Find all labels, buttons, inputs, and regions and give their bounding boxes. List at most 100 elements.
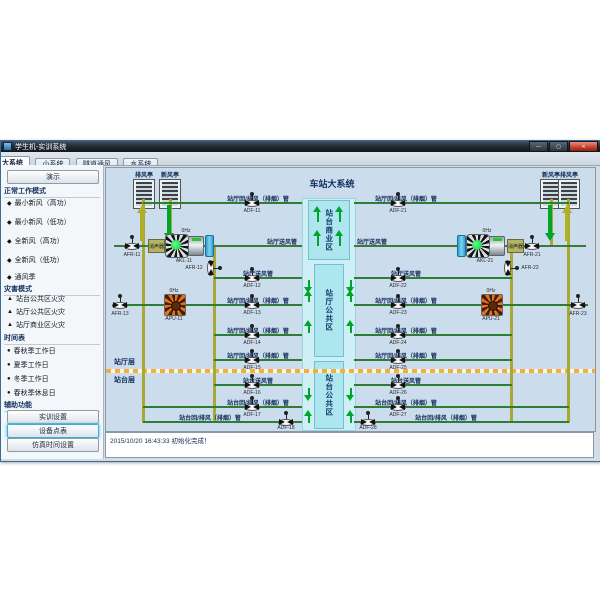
floor-label-hall: 站厅层 (114, 357, 135, 367)
fan-label: AKL-11 (176, 258, 192, 264)
damper-icon[interactable] (244, 374, 260, 390)
damper-label: ADF-27 (389, 412, 406, 418)
supply-fan-icon[interactable] (466, 234, 504, 256)
floor-label-platform: 站台层 (114, 375, 135, 385)
damper-icon[interactable] (206, 260, 222, 276)
tab-bar: 大系统 小系统 隧道通风 水系统 (1, 152, 600, 166)
damper-icon[interactable] (244, 267, 260, 283)
fan-mode-icon: ◆ (7, 200, 12, 207)
damper-icon[interactable] (570, 294, 586, 310)
damper-icon[interactable] (390, 192, 406, 208)
zone-up-arrow (304, 410, 313, 423)
window-title: 学生机-实训系统 (15, 142, 66, 152)
zone-up-arrow (346, 320, 355, 333)
left-fresh-shaft-label: 新风亭 (161, 170, 179, 179)
mode-commercial-fire[interactable]: ▲站厅商业区火灾 (7, 320, 65, 330)
mode-platform-fire[interactable]: ▲站台公共区火灾 (7, 294, 65, 304)
schedule-spring-autumn-restday[interactable]: ●春秋季休息日 (7, 388, 56, 398)
damper-icon[interactable] (390, 374, 406, 390)
duct-line (354, 277, 512, 279)
duct-label: 站台回/排风（排烟）管 (415, 413, 477, 422)
maximize-button[interactable]: ▢ (549, 141, 568, 152)
duct-label: 站台回/排风（排烟）管 (375, 398, 437, 407)
duct-label: 站厅送风管 (357, 237, 387, 246)
fire-mode-icon: ▲ (7, 322, 13, 328)
schedule-spring-autumn-workday[interactable]: ●春秋季工作日 (7, 346, 56, 356)
floor-divider (106, 369, 595, 373)
app-icon (3, 142, 12, 151)
zone-up-arrow (313, 230, 322, 246)
schedule-winter-workday[interactable]: ●冬季工作日 (7, 374, 49, 384)
damper-label: AFR-23 (569, 311, 586, 317)
demo-button[interactable]: 演示 (7, 170, 99, 184)
clock-icon: ● (7, 390, 11, 396)
section-normal-modes: 正常工作模式 (4, 186, 100, 198)
damper-icon[interactable] (390, 324, 406, 340)
zone-hall-public: 站厅公共区 (314, 264, 344, 357)
damper-icon[interactable] (244, 192, 260, 208)
fan-label: APU-21 (482, 316, 500, 322)
zone-up-arrow (346, 410, 355, 423)
damper-icon[interactable] (390, 267, 406, 283)
damper-icon[interactable] (244, 349, 260, 365)
zone-up-arrow (335, 230, 344, 246)
damper-label: ADF-15 (243, 365, 260, 371)
damper-icon[interactable] (390, 294, 406, 310)
close-button[interactable]: ✕ (569, 141, 598, 152)
mode-min-fresh-low[interactable]: ◆最小新风（低功） (7, 217, 71, 227)
supply-fan-icon[interactable] (165, 234, 203, 256)
diagram-title: 车站大系统 (309, 177, 354, 190)
diagram-canvas: 站台商业区 站厅公共区 站台公共区 站厅层 站台层 车站大系统 排风亭 新风亭 … (105, 167, 596, 432)
damper-label: ADF-25 (389, 365, 406, 371)
zone-up-arrow (335, 206, 344, 222)
damper-icon[interactable] (390, 349, 406, 365)
damper-icon[interactable] (244, 324, 260, 340)
training-settings-button[interactable]: 实训设置 (7, 410, 99, 424)
mode-full-fresh-low[interactable]: ◆全新风（低功） (7, 255, 64, 265)
mode-ventilation-season[interactable]: ◆通风季 (7, 272, 36, 282)
damper-label: ADF-22 (389, 283, 406, 289)
fan-label: AKL-21 (477, 258, 494, 264)
damper-label: ADF-17 (243, 412, 260, 418)
flexible-connector (457, 235, 466, 257)
damper-label: AFR-22 (521, 265, 538, 271)
duct-label: 站厅回/排风（排烟）管 (375, 296, 437, 305)
flexible-connector (205, 235, 214, 257)
mode-min-fresh-high[interactable]: ◆最小新风（高功） (7, 198, 71, 208)
damper-icon[interactable] (524, 235, 540, 251)
fan-frequency: 0Hz (487, 288, 496, 294)
exhaust-up-arrow (562, 205, 572, 241)
mode-full-fresh-high[interactable]: ◆全新风（高功） (7, 236, 64, 246)
return-fan-icon[interactable] (164, 294, 186, 316)
log-message: 2015/10/20 16:43:33 初始化完成！ (110, 438, 210, 445)
damper-label: ADF-13 (243, 310, 260, 316)
section-schedule: 时间表 (4, 333, 100, 345)
left-exhaust-shaft-label: 排风亭 (135, 170, 153, 179)
return-fan-icon[interactable] (481, 294, 503, 316)
damper-label: AFR-13 (111, 311, 128, 317)
damper-label: ADF-21 (389, 208, 406, 214)
device-point-table-button[interactable]: 设备点表 (7, 424, 99, 438)
clock-icon: ● (7, 348, 11, 354)
damper-icon[interactable] (390, 396, 406, 412)
tab-water-system[interactable]: 水系统 (123, 158, 158, 167)
schedule-summer-workday[interactable]: ●夏季工作日 (7, 360, 49, 370)
damper-icon[interactable] (244, 396, 260, 412)
zone-up-arrow (346, 290, 355, 302)
minimize-button[interactable]: — (529, 141, 548, 152)
damper-icon[interactable] (503, 260, 519, 276)
mode-hall-fire[interactable]: ▲站厅公共区火灾 (7, 307, 65, 317)
damper-icon[interactable] (112, 294, 128, 310)
zone-up-arrow (313, 206, 322, 222)
sim-time-settings-button[interactable]: 仿真时间设置 (7, 438, 99, 452)
title-bar[interactable]: 学生机-实训系统 — ▢ ✕ (1, 141, 600, 152)
silencer: 消声器 (148, 239, 165, 253)
fan-mode-icon: ◆ (7, 219, 12, 226)
fan-mode-icon: ◆ (7, 274, 12, 281)
damper-label: ADF-24 (389, 340, 406, 346)
damper-icon[interactable] (124, 235, 140, 251)
duct-line (354, 384, 512, 386)
event-log: 2015/10/20 16:43:33 初始化完成！ (105, 432, 594, 458)
fan-frequency: 0Hz (182, 228, 191, 234)
damper-icon[interactable] (244, 294, 260, 310)
